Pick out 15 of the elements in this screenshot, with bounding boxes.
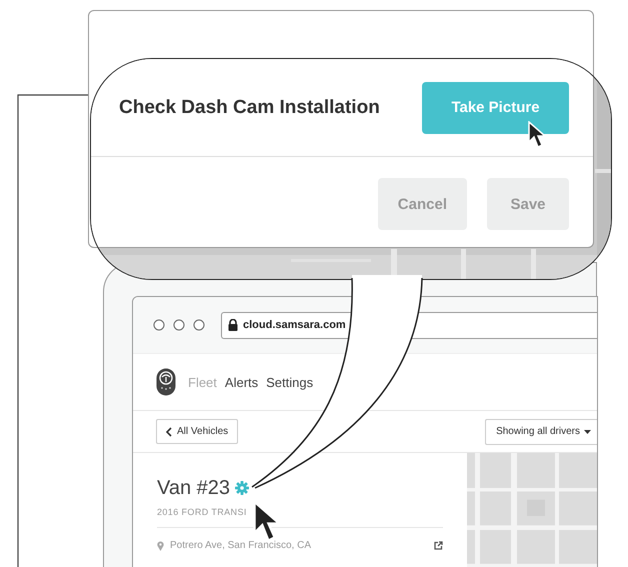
- external-link-icon[interactable]: [434, 541, 443, 550]
- lock-icon: [228, 319, 238, 331]
- window-controls-icon[interactable]: [153, 319, 205, 331]
- location-pin-icon: [157, 540, 164, 550]
- nav-link[interactable]: Alerts: [224, 374, 258, 390]
- nav-link[interactable]: Settings: [266, 374, 314, 390]
- back-button[interactable]: All Vehicles: [156, 419, 238, 444]
- chevron-left-icon: [166, 426, 172, 436]
- driver-filter-dropdown[interactable]: Showing all drivers: [485, 418, 597, 444]
- vehicle-location: Potrero Ave, San Francisco, CA: [170, 540, 311, 551]
- owl-logo-icon: [156, 368, 176, 396]
- url-text: cloud.samsara.com: [243, 319, 346, 331]
- caret-icon: [584, 430, 591, 434]
- dialog-title: Check Dash Cam Installation: [119, 96, 380, 118]
- vehicle-name: Van #23: [157, 476, 230, 500]
